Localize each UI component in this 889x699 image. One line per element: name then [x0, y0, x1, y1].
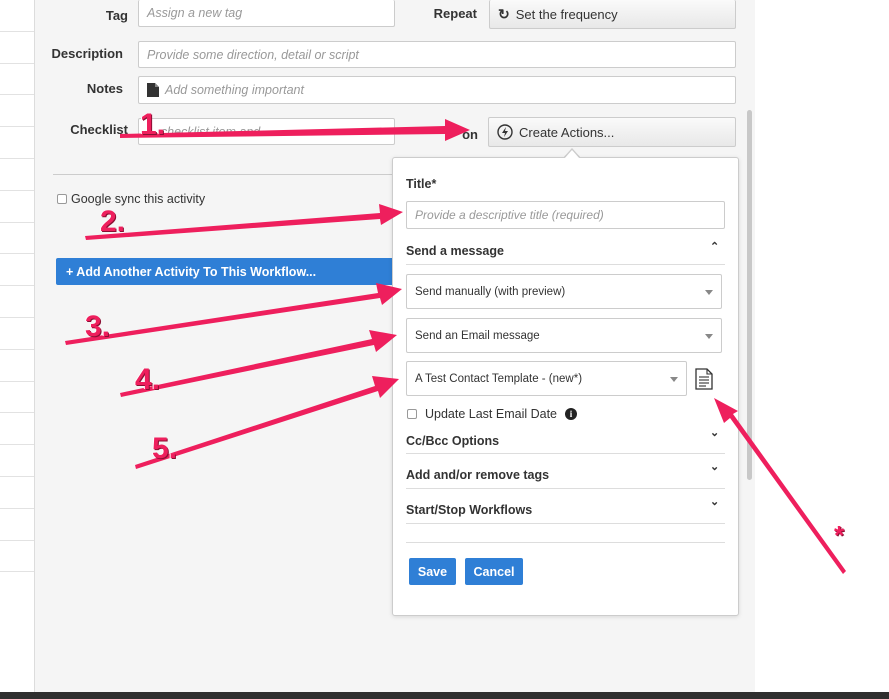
list-item[interactable]: [0, 0, 34, 32]
tag-label: Tag: [105, 8, 128, 23]
tag-input[interactable]: Assign a new tag: [138, 0, 395, 27]
list-item[interactable]: [0, 64, 34, 96]
annotation-label-1: 1.: [140, 108, 166, 141]
workflows-header[interactable]: Start/Stop Workflows: [406, 503, 532, 517]
cancel-button[interactable]: Cancel: [465, 558, 523, 585]
chevron-down-icon[interactable]: ⌄: [710, 426, 719, 439]
add-activity-button[interactable]: + Add Another Activity To This Workflow.…: [56, 258, 396, 285]
message-type-value: Send an Email message: [415, 329, 540, 342]
update-last-email-checkbox[interactable]: [407, 409, 417, 419]
scrollbar-thumb[interactable]: [747, 110, 752, 480]
update-last-email-label: Update Last Email Date: [425, 407, 558, 421]
popover-caret-inner: [564, 150, 580, 159]
annotation-label-4: 4.: [135, 363, 161, 396]
checklist-label: Checklist: [70, 122, 128, 137]
description-input[interactable]: Provide some direction, detail or script: [138, 41, 736, 68]
list-item[interactable]: [0, 350, 34, 382]
template-select[interactable]: A Test Contact Template - (new*): [406, 361, 687, 396]
list-item[interactable]: [0, 382, 34, 414]
list-item[interactable]: [0, 95, 34, 128]
list-item[interactable]: [0, 413, 34, 446]
cc-bcc-header[interactable]: Cc/Bcc Options: [406, 434, 499, 448]
list-item[interactable]: [0, 223, 34, 255]
repeat-label: Repeat: [433, 6, 477, 21]
annotation-label-5: 5.: [152, 432, 178, 465]
list-item[interactable]: [0, 127, 34, 159]
set-frequency-button[interactable]: ↻ Set the frequency: [489, 0, 736, 29]
save-button[interactable]: Save: [409, 558, 456, 585]
google-sync-checkbox[interactable]: [57, 194, 67, 204]
bottom-bar: [0, 692, 889, 699]
checklist-input[interactable]: ... checklist item and ...: [138, 118, 395, 145]
separator: [406, 523, 725, 524]
list-item[interactable]: [0, 32, 34, 64]
chevron-down-icon: [670, 376, 678, 382]
list-item[interactable]: [0, 509, 34, 541]
divider: [53, 174, 393, 175]
chevron-down-icon[interactable]: ⌄: [710, 495, 719, 508]
chevron-down-icon: [705, 333, 713, 339]
list-item[interactable]: [0, 445, 34, 477]
title-input[interactable]: Provide a descriptive title (required): [406, 201, 725, 229]
list-item[interactable]: [0, 286, 34, 318]
notes-placeholder: Add something important: [165, 83, 304, 97]
list-item[interactable]: [0, 318, 34, 350]
chevron-down-icon: [705, 289, 713, 295]
send-mode-value: Send manually (with preview): [415, 285, 566, 298]
create-actions-label: Create Actions...: [519, 124, 615, 140]
google-sync-label: Google sync this activity: [71, 192, 206, 206]
annotation-label-2: 2.: [100, 205, 126, 238]
template-value: A Test Contact Template - (new*): [415, 372, 583, 385]
document-icon: [147, 83, 159, 97]
separator: [406, 453, 725, 454]
list-item[interactable]: [0, 541, 34, 573]
separator: [406, 488, 725, 489]
chevron-down-icon[interactable]: ⌄: [710, 460, 719, 473]
list-item[interactable]: [0, 191, 34, 223]
update-last-email-row[interactable]: Update Last Email Date i: [407, 407, 578, 421]
lightning-icon: [497, 124, 513, 140]
separator: [406, 542, 725, 543]
left-list-strip: [0, 0, 35, 692]
create-actions-button[interactable]: Create Actions...: [488, 117, 736, 147]
google-sync-row[interactable]: Google sync this activity: [57, 192, 205, 206]
set-frequency-label: Set the frequency: [515, 6, 618, 22]
separator: [406, 264, 725, 265]
action-label: on: [462, 127, 478, 142]
message-type-select[interactable]: Send an Email message: [406, 318, 722, 353]
info-icon[interactable]: i: [565, 408, 578, 420]
right-blank-area: [756, 0, 889, 692]
notes-input[interactable]: Add something important: [138, 76, 736, 104]
refresh-icon: ↻: [498, 5, 510, 22]
send-message-header[interactable]: Send a message: [406, 244, 504, 258]
list-item[interactable]: [0, 254, 34, 287]
notes-label: Notes: [86, 81, 123, 96]
annotation-label-3: 3.: [85, 310, 111, 343]
template-preview-icon[interactable]: [695, 368, 713, 390]
tags-header[interactable]: Add and/or remove tags: [406, 468, 549, 482]
chevron-up-icon[interactable]: ⌃: [710, 240, 719, 253]
list-item[interactable]: [0, 159, 34, 191]
title-label: Title*: [406, 177, 437, 191]
list-item[interactable]: [0, 477, 34, 509]
annotation-label-star: *: [834, 520, 845, 550]
description-label: Description: [51, 46, 123, 61]
send-mode-select[interactable]: Send manually (with preview): [406, 274, 722, 309]
